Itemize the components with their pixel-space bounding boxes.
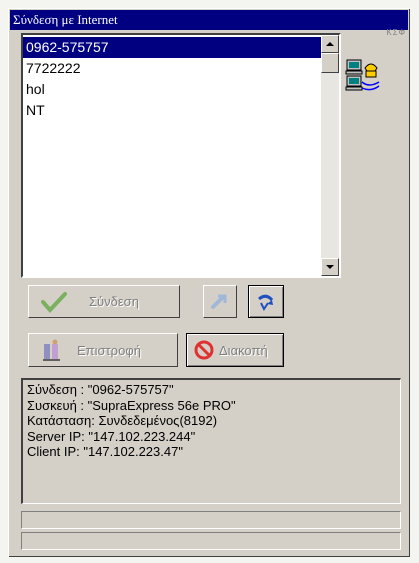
info-server-ip: Server IP: "147.102.223.244": [27, 428, 196, 444]
transfer-arrow-icon: [211, 294, 227, 309]
list-item[interactable]: 7722222: [23, 58, 321, 79]
internet-connection-window: Σύνδεση με Internet ΚΣΦ 0962-575757 7722…: [8, 8, 410, 557]
vertical-scrollbar[interactable]: [321, 35, 339, 276]
list-item[interactable]: NT: [23, 100, 321, 121]
transfer-button[interactable]: [203, 285, 237, 318]
scroll-up-button[interactable]: [321, 35, 339, 53]
arrow-down-icon: [326, 265, 334, 269]
disconnect-button[interactable]: Διακοπή: [186, 333, 284, 367]
door-exit-icon: [43, 339, 60, 361]
window-title[interactable]: Σύνδεση με Internet: [10, 10, 408, 30]
status-bar-1: [21, 511, 401, 529]
checkmark-icon: [41, 291, 67, 313]
connect-button[interactable]: Σύνδεση: [28, 285, 180, 318]
return-button-label: Επιστροφή: [77, 342, 141, 358]
disconnect-button-label: Διακοπή: [219, 342, 268, 358]
stop-icon: [194, 340, 214, 360]
scroll-down-button[interactable]: [321, 258, 339, 276]
list-item[interactable]: hol: [23, 79, 321, 100]
connection-list[interactable]: 0962-575757 7722222 hol NT: [21, 33, 341, 278]
status-bar-2: [21, 532, 401, 550]
corner-text: ΚΣΦ: [386, 28, 406, 37]
connection-info-panel: Σύνδεση : "0962-575757" Συσκευή : "Supra…: [21, 378, 401, 504]
return-button[interactable]: Επιστροφή: [28, 333, 178, 367]
info-status: Κατάσταση: Συνδεδεμένος(8192): [27, 413, 218, 428]
connect-button-label: Σύνδεση: [89, 294, 139, 309]
redial-button[interactable]: [248, 285, 284, 318]
scroll-thumb[interactable]: [321, 53, 339, 73]
redial-arrow-icon: [258, 294, 274, 311]
list-item-selected[interactable]: 0962-575757: [23, 37, 321, 58]
arrow-up-icon: [326, 42, 334, 46]
network-computers-icon: [345, 58, 381, 99]
info-device: Συσκευή : "SupraExpress 56e PRO": [27, 397, 236, 413]
info-client-ip: Client IP: "147.102.223.47": [27, 444, 183, 459]
info-connection: Σύνδεση : "0962-575757": [27, 382, 174, 397]
